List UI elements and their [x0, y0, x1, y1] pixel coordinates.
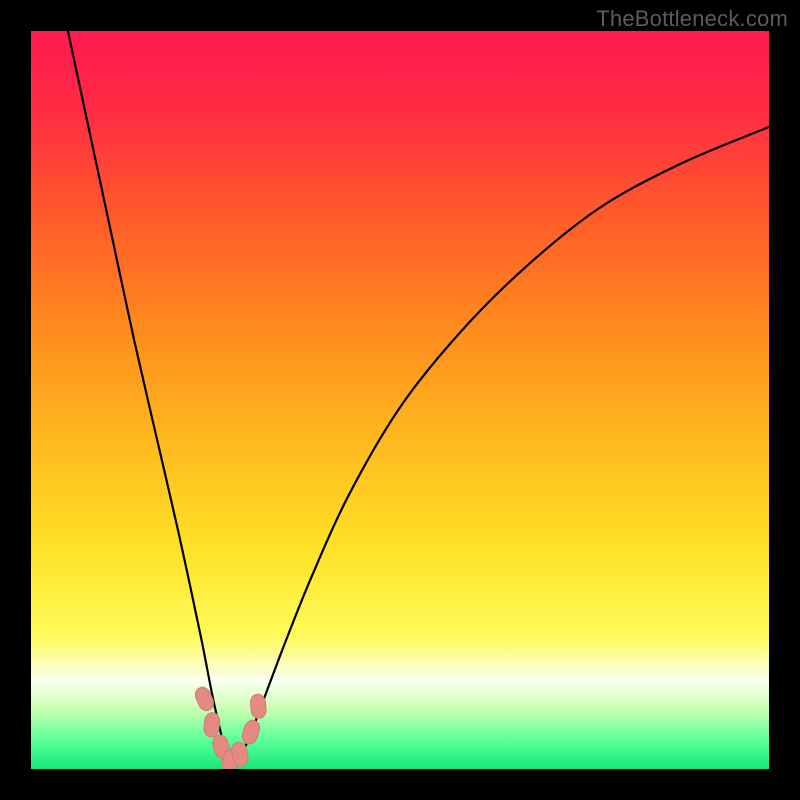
- plot-area: [31, 31, 769, 769]
- watermark-text: TheBottleneck.com: [596, 6, 788, 32]
- marker-point: [250, 694, 267, 719]
- bottleneck-chart: [31, 31, 769, 769]
- outer-frame: TheBottleneck.com: [0, 0, 800, 800]
- gradient-background: [31, 31, 769, 769]
